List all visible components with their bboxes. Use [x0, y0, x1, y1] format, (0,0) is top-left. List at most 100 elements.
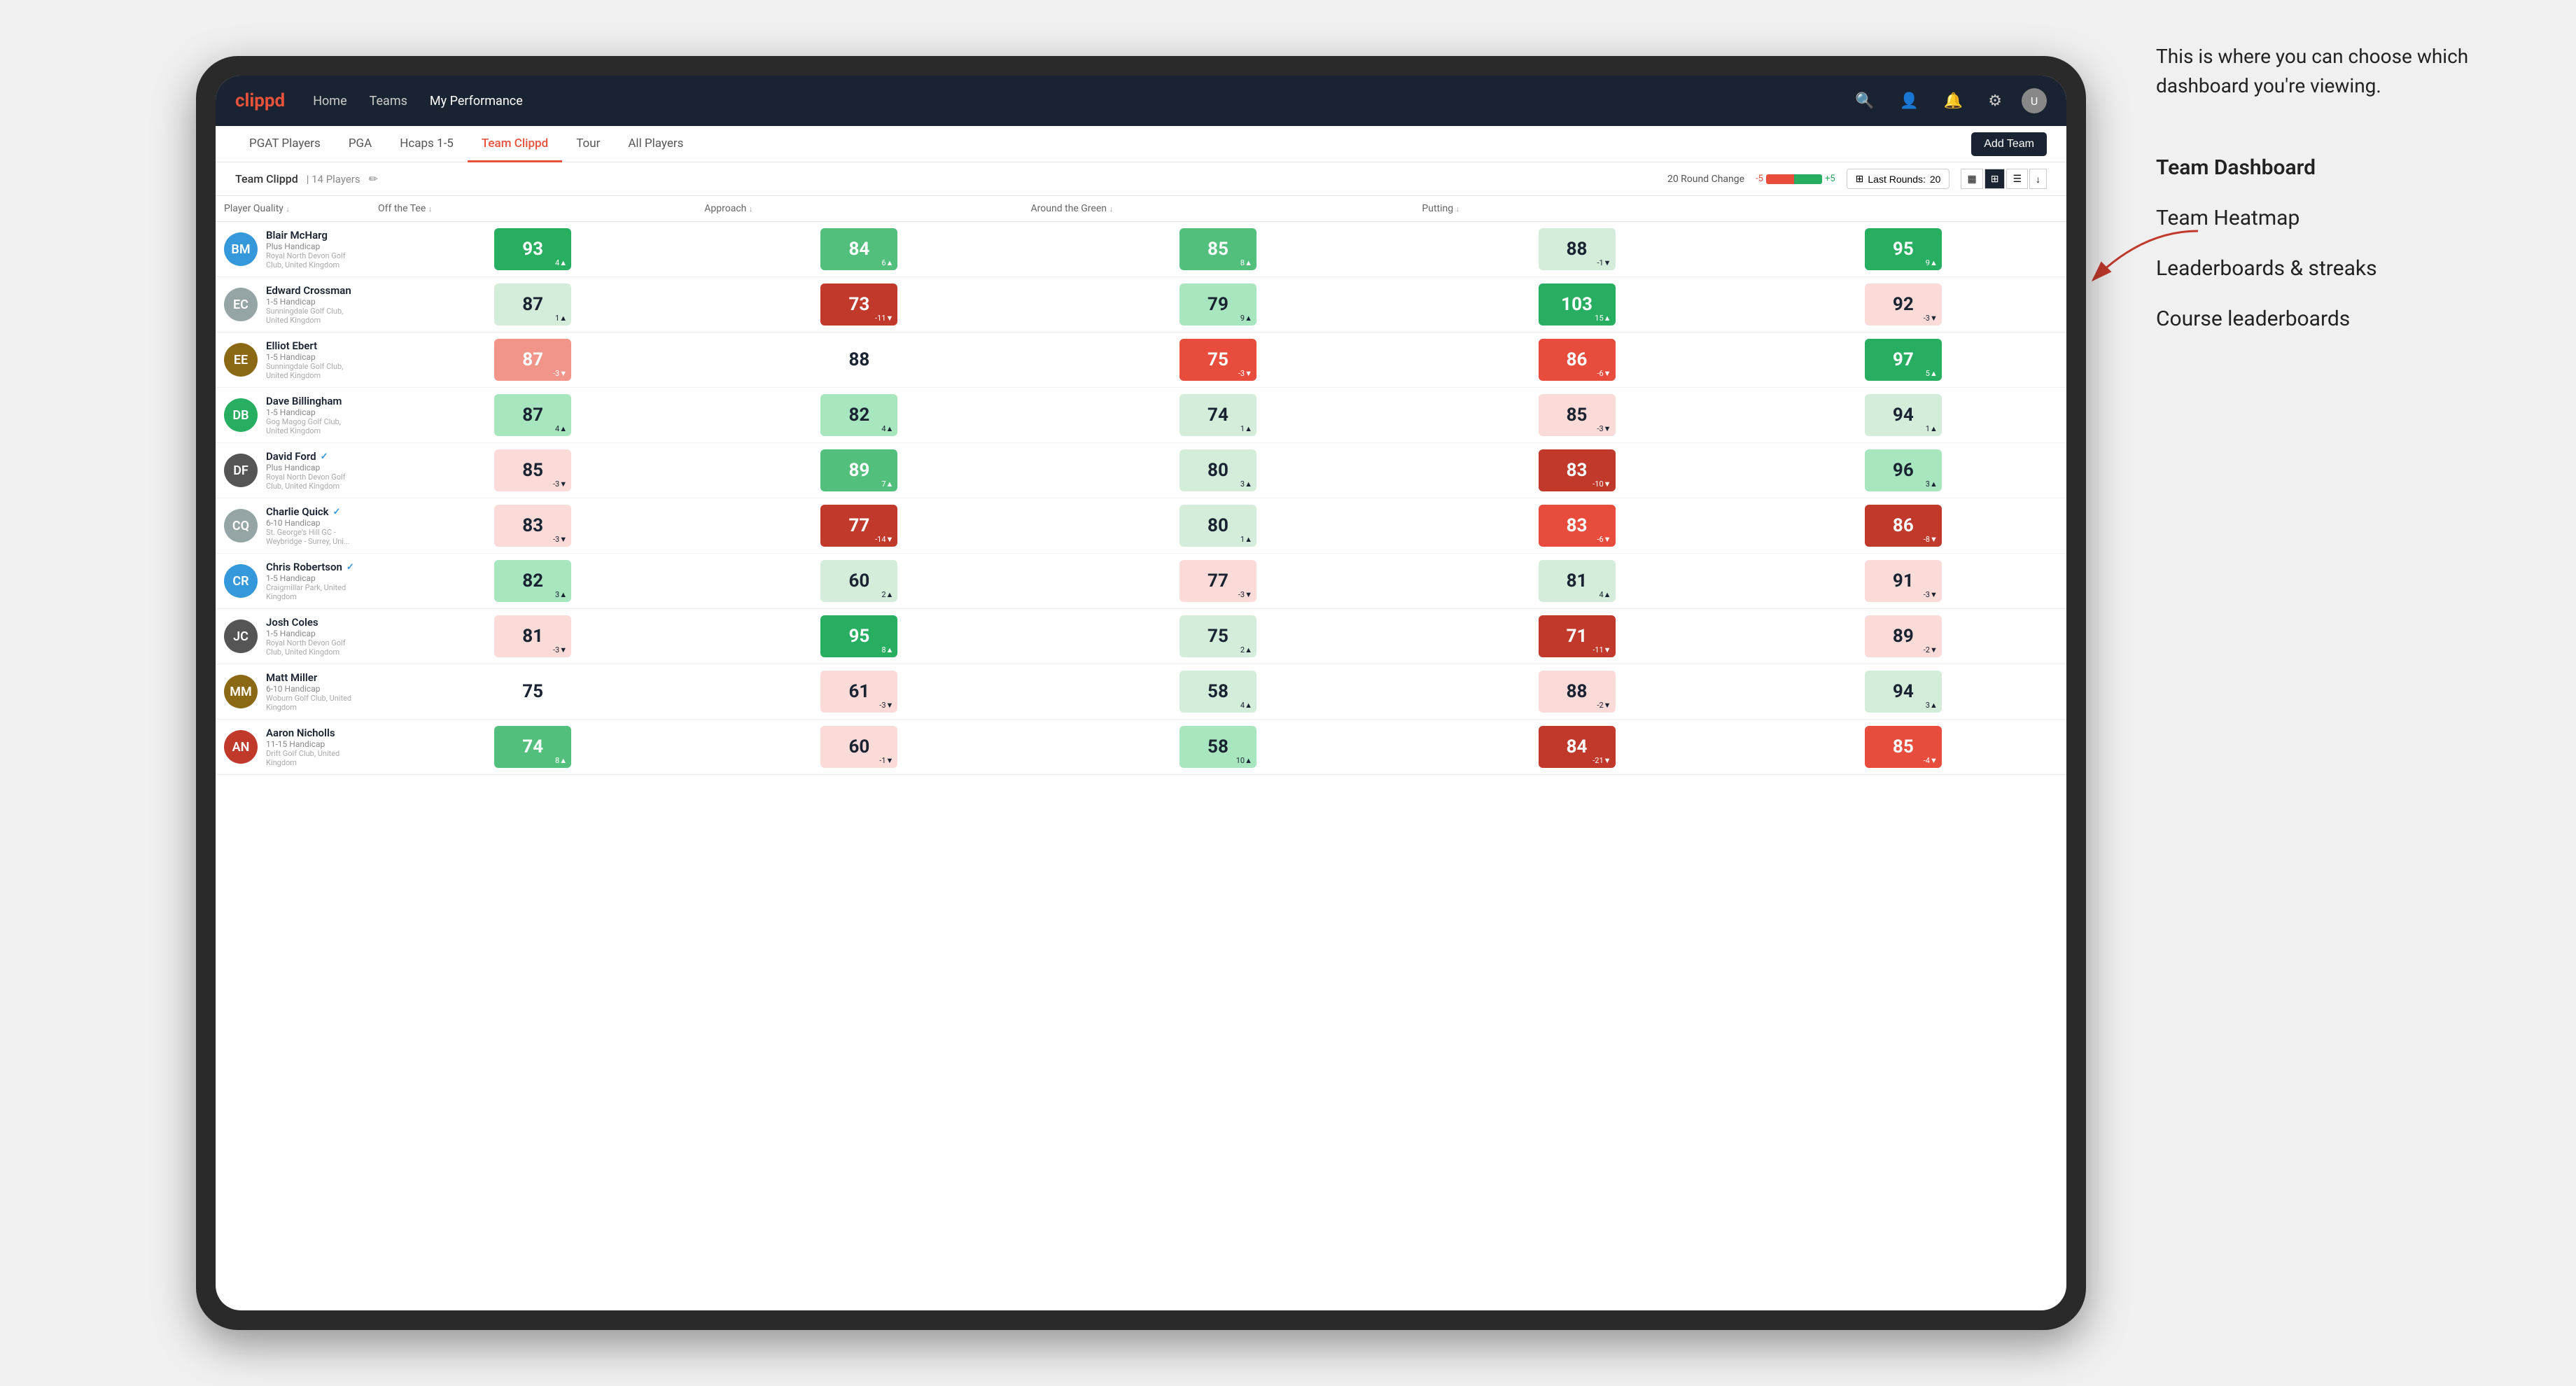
verified-icon: ✓ — [333, 507, 341, 517]
score-number: 85 — [1567, 405, 1588, 426]
th-putting[interactable]: Putting ↓ — [1413, 196, 1740, 222]
score-box: 73 -11▼ — [820, 284, 897, 326]
score-number: 75 — [1208, 349, 1228, 370]
player-handicap: 1-5 Handicap — [266, 573, 361, 583]
player-handicap: 1-5 Handicap — [266, 297, 361, 307]
table-row[interactable]: DF David Ford ✓ Plus Handicap Royal Nort… — [216, 443, 2066, 498]
score-box: 77 -14▼ — [820, 505, 897, 547]
tab-pgat-players[interactable]: PGAT Players — [235, 127, 335, 162]
score-box: 60 2▲ — [820, 560, 897, 602]
table-row[interactable]: CR Chris Robertson ✓ 1-5 Handicap Craigm… — [216, 554, 2066, 609]
bell-button[interactable]: 🔔 — [1938, 89, 1968, 113]
score-number: 91 — [1893, 570, 1914, 592]
settings-button[interactable]: ⚙ — [1982, 89, 2008, 113]
score-cell-player_quality-4: 85 -3▼ — [370, 443, 696, 498]
score-cell-around_green-9: 84 -21▼ — [1413, 720, 1740, 775]
score-number: 88 — [1567, 239, 1588, 260]
view-export-button[interactable]: ↓ — [2029, 169, 2047, 189]
table-row[interactable]: AN Aaron Nicholls 11-15 Handicap Drift G… — [216, 720, 2066, 775]
score-box: 81 4▲ — [1539, 560, 1616, 602]
score-change: 7▲ — [881, 479, 893, 489]
score-number: 83 — [522, 515, 543, 536]
tab-all-players[interactable]: All Players — [614, 127, 697, 162]
score-number: 89 — [848, 460, 869, 481]
score-change: 10▲ — [1236, 756, 1252, 765]
score-box: 94 3▲ — [1865, 671, 1942, 713]
tab-tour[interactable]: Tour — [562, 127, 614, 162]
table-row[interactable]: MM Matt Miller 6-10 Handicap Woburn Golf… — [216, 664, 2066, 720]
score-change: -3▼ — [1597, 424, 1611, 433]
player-info: Chris Robertson ✓ 1-5 Handicap Craigmill… — [266, 561, 361, 601]
score-number: 74 — [1208, 405, 1228, 426]
score-number: 88 — [1567, 681, 1588, 702]
score-box: 75 -3▼ — [1180, 339, 1256, 381]
score-cell-player_quality-1: 87 1▲ — [370, 277, 696, 332]
score-change: 9▲ — [1926, 258, 1938, 267]
search-button[interactable]: 🔍 — [1849, 89, 1879, 113]
player-avatar: AN — [224, 730, 258, 764]
add-team-button[interactable]: Add Team — [1971, 132, 2047, 156]
score-number: 77 — [848, 515, 869, 536]
player-handicap: Plus Handicap — [266, 463, 361, 472]
score-number: 60 — [848, 570, 869, 592]
team-bar-right: 20 Round Change -5 +5 ⊞ Last Rounds: 20 … — [1667, 169, 2047, 189]
table-row[interactable]: DB Dave Billingham 1-5 Handicap Gog Mago… — [216, 388, 2066, 443]
nav-link-my-performance[interactable]: My Performance — [430, 94, 523, 108]
score-cell-approach-6: 77 -3▼ — [1023, 554, 1414, 609]
player-cell-0: BM Blair McHarg Plus Handicap Royal Nort… — [216, 222, 370, 277]
player-club: Sunningdale Golf Club, United Kingdom — [266, 307, 361, 325]
avatar[interactable]: U — [2022, 88, 2047, 113]
score-change: 1▲ — [1926, 424, 1938, 433]
annotation-list: Team Dashboard Team Heatmap Leaderboards… — [2156, 143, 2520, 344]
nav-link-home[interactable]: Home — [313, 94, 346, 108]
tab-team-clippd[interactable]: Team Clippd — [468, 127, 562, 162]
score-change: -6▼ — [1597, 369, 1611, 378]
table-row[interactable]: JC Josh Coles 1-5 Handicap Royal North D… — [216, 609, 2066, 664]
player-cell-2: EE Elliot Ebert 1-5 Handicap Sunningdale… — [216, 332, 370, 388]
edit-icon[interactable]: ✏ — [369, 172, 378, 186]
score-number: 85 — [1893, 736, 1914, 757]
main-content[interactable]: Player Quality ↓ Off the Tee ↓ Approach … — [216, 196, 2066, 1310]
table-row[interactable]: BM Blair McHarg Plus Handicap Royal Nort… — [216, 222, 2066, 277]
score-cell-off_tee-2: 88 — [696, 332, 1022, 388]
score-change: -3▼ — [879, 701, 893, 710]
score-box: 85 8▲ — [1180, 228, 1256, 270]
table-row[interactable]: CQ Charlie Quick ✓ 6-10 Handicap St. Geo… — [216, 498, 2066, 554]
score-number: 94 — [1893, 681, 1914, 702]
score-cell-off_tee-0: 84 6▲ — [696, 222, 1022, 277]
player-handicap: 1-5 Handicap — [266, 629, 361, 638]
player-handicap: Plus Handicap — [266, 241, 361, 251]
nav-link-teams[interactable]: Teams — [370, 94, 407, 108]
score-cell-player_quality-2: 87 -3▼ — [370, 332, 696, 388]
th-player[interactable]: Player Quality ↓ — [216, 196, 370, 222]
player-cell-5: CQ Charlie Quick ✓ 6-10 Handicap St. Geo… — [216, 498, 370, 554]
score-number: 86 — [1567, 349, 1588, 370]
last-rounds-button[interactable]: ⊞ Last Rounds: 20 — [1847, 169, 1950, 189]
tab-pga[interactable]: PGA — [335, 127, 386, 162]
th-off-tee[interactable]: Off the Tee ↓ — [370, 196, 696, 222]
player-handicap: 6-10 Handicap — [266, 684, 361, 694]
score-cell-approach-7: 75 2▲ — [1023, 609, 1414, 664]
user-button[interactable]: 👤 — [1893, 89, 1924, 113]
player-info: Aaron Nicholls 11-15 Handicap Drift Golf… — [266, 727, 361, 767]
player-name: Blair McHarg — [266, 229, 361, 241]
player-club: Drift Golf Club, United Kingdom — [266, 749, 361, 767]
view-grid-small-button[interactable]: ▦ — [1961, 169, 1982, 189]
th-approach[interactable]: Approach ↓ — [696, 196, 1022, 222]
score-box: 84 -21▼ — [1539, 726, 1616, 768]
score-box: 80 1▲ — [1180, 505, 1256, 547]
player-name: Josh Coles — [266, 616, 361, 629]
table-row[interactable]: EC Edward Crossman 1-5 Handicap Sunningd… — [216, 277, 2066, 332]
score-change: -1▼ — [879, 756, 893, 765]
view-heatmap-button[interactable]: ☰ — [2006, 169, 2028, 189]
score-change: 6▲ — [881, 258, 893, 267]
th-around-green[interactable]: Around the Green ↓ — [1023, 196, 1414, 222]
score-box: 79 9▲ — [1180, 284, 1256, 326]
score-cell-putting-6: 91 -3▼ — [1740, 554, 2066, 609]
player-avatar: EE — [224, 343, 258, 377]
score-cell-around_green-8: 88 -2▼ — [1413, 664, 1740, 720]
player-club: Woburn Golf Club, United Kingdom — [266, 694, 361, 712]
table-row[interactable]: EE Elliot Ebert 1-5 Handicap Sunningdale… — [216, 332, 2066, 388]
tab-hcaps[interactable]: Hcaps 1-5 — [386, 127, 468, 162]
view-grid-large-button[interactable]: ⊞ — [1984, 169, 2005, 189]
